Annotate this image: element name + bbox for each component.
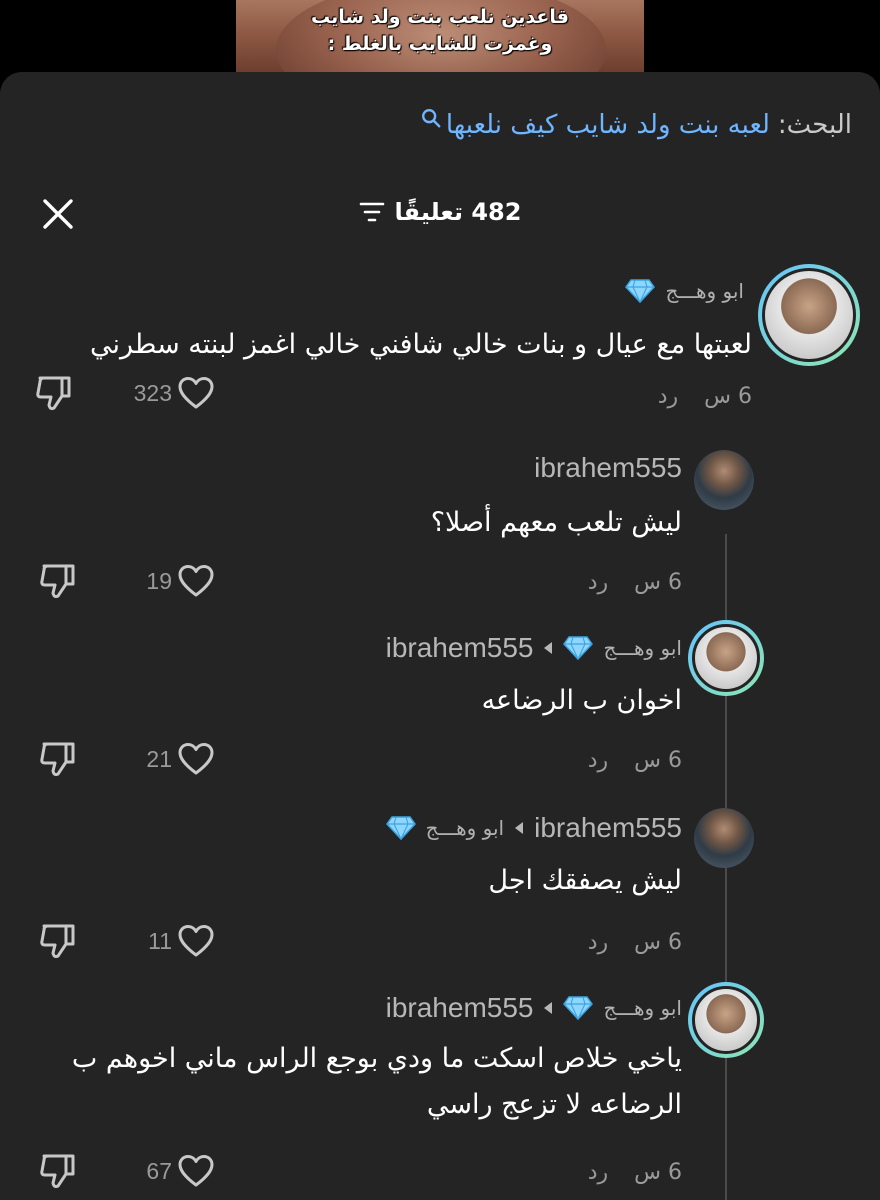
- reply-button[interactable]: رد: [588, 570, 608, 595]
- search-suggestion[interactable]: البحث: لعبه بنت ولد شايب كيف نلعبها: [420, 109, 852, 140]
- comment-meta-bottom: 6 س رد: [588, 1160, 682, 1185]
- comment-author-line: ibrahem555 ابو وهـــج: [385, 812, 682, 844]
- reply-item: ibrahem555 ابو وهـــج ليش يصفقك اجل 6 س …: [0, 802, 880, 972]
- comment-meta: 6 س رد: [588, 570, 682, 595]
- comment-count-sort[interactable]: 482 تعليقًا: [0, 198, 880, 226]
- reply-to-user[interactable]: ibrahem555: [386, 992, 534, 1024]
- comment-actions: 323: [34, 374, 214, 412]
- reply-button[interactable]: رد: [588, 1160, 608, 1185]
- comment-item: ابو وهـــج لعبتها مع عيال و بنات خالي شا…: [0, 260, 880, 430]
- reply-arrow-icon: [515, 822, 524, 834]
- heart-icon[interactable]: [178, 376, 214, 410]
- reply-to-user[interactable]: ibrahem555: [386, 632, 534, 664]
- sort-filter-icon: [359, 202, 384, 222]
- diamond-icon: [563, 636, 594, 661]
- comment-author-line: ابو وهـــج: [625, 278, 744, 304]
- comment-text: اخوان ب الرضاعه: [481, 685, 682, 716]
- reply-arrow-icon: [544, 1002, 553, 1014]
- avatar[interactable]: [694, 808, 754, 868]
- like-count: 67: [146, 1157, 172, 1184]
- dislike-icon[interactable]: [38, 1152, 78, 1190]
- comment-meta: 6 س رد: [658, 384, 752, 409]
- search-query-link[interactable]: لعبه بنت ولد شايب كيف نلعبها: [446, 110, 770, 140]
- avatar[interactable]: [694, 450, 754, 510]
- diamond-icon: [385, 816, 416, 841]
- search-prefix: البحث:: [777, 110, 852, 140]
- diamond-icon: [563, 996, 594, 1021]
- comment-author[interactable]: ابو وهـــج: [603, 636, 682, 660]
- comment-time: 6 س: [634, 1160, 682, 1185]
- heart-icon[interactable]: [178, 924, 214, 958]
- reply-button[interactable]: رد: [658, 384, 678, 409]
- reply-item: ابو وهـــج ibrahem555 اخوان ب الرضاعه 6 …: [0, 620, 880, 790]
- heart-icon[interactable]: [178, 742, 214, 776]
- comment-meta: 6 س رد: [588, 930, 682, 955]
- comment-author[interactable]: ibrahem555: [534, 812, 682, 844]
- reply-button[interactable]: رد: [588, 930, 608, 955]
- avatar[interactable]: [688, 982, 764, 1058]
- comment-count: 482 تعليقًا: [394, 198, 522, 226]
- comment-text: لعبتها مع عيال و بنات خالي شافني خالي اغ…: [90, 329, 752, 360]
- avatar[interactable]: [688, 620, 764, 696]
- comment-text-line-2: الرضاعه لا تزعج راسي: [426, 1089, 682, 1120]
- dislike-icon[interactable]: [38, 922, 78, 960]
- comments-header: 482 تعليقًا: [0, 192, 880, 236]
- like-count: 21: [146, 745, 172, 772]
- diamond-icon: [625, 279, 656, 304]
- comment-author-line: ابو وهـــج ibrahem555: [386, 992, 682, 1024]
- comment-author[interactable]: ibrahem555: [534, 452, 682, 484]
- comment-actions: 21: [38, 740, 214, 778]
- dislike-icon[interactable]: [38, 740, 78, 778]
- comment-text: ياخي خلاص اسكت ما ودي بوجع الراس ماني اخ…: [42, 1036, 682, 1128]
- comment-time: 6 س: [634, 570, 682, 595]
- comment-author-line: ابو وهـــج ibrahem555: [386, 632, 682, 664]
- search-icon: [421, 109, 441, 128]
- comment-text: ليش يصفقك اجل: [488, 865, 682, 896]
- like-count: 11: [148, 927, 172, 954]
- video-thumbnail[interactable]: قاعدين نلعب بنت ولد شايب وغمزت للشايب با…: [236, 0, 644, 72]
- comments-sheet: البحث: لعبه بنت ولد شايب كيف نلعبها 482 …: [0, 72, 880, 1200]
- reply-arrow-icon: [544, 642, 553, 654]
- dislike-icon[interactable]: [34, 374, 74, 412]
- comment-author[interactable]: ابو وهـــج: [603, 996, 682, 1020]
- comment-meta: 6 س رد: [588, 748, 682, 773]
- reply-item: ibrahem555 ليش تلعب معهم أصلا؟ 6 س رد 19: [0, 442, 880, 612]
- video-caption: قاعدين نلعب بنت ولد شايب وغمزت للشايب با…: [236, 4, 644, 58]
- heart-icon[interactable]: [178, 564, 214, 598]
- like-count: 323: [133, 379, 172, 406]
- comment-author-line: ibrahem555: [534, 452, 682, 484]
- comment-time: 6 س: [634, 930, 682, 955]
- comment-time: 6 س: [634, 748, 682, 773]
- comment-text-line-1: ياخي خلاص اسكت ما ودي بوجع الراس ماني اخ…: [71, 1043, 682, 1074]
- reply-button[interactable]: رد: [588, 748, 608, 773]
- video-caption-line-2: وغمزت للشايب بالغلط :: [327, 33, 553, 55]
- comment-text: ليش تلعب معهم أصلا؟: [430, 507, 682, 538]
- video-caption-line-1: قاعدين نلعب بنت ولد شايب: [311, 6, 569, 28]
- like-count: 19: [146, 567, 172, 594]
- reply-to-user[interactable]: ابو وهـــج: [426, 816, 505, 840]
- avatar[interactable]: [758, 264, 860, 366]
- comment-author[interactable]: ابو وهـــج: [665, 279, 744, 303]
- comment-actions: 19: [38, 562, 214, 600]
- comment-actions: 11: [38, 922, 214, 960]
- dislike-icon[interactable]: [38, 562, 78, 600]
- comment-actions: 67: [38, 1152, 214, 1190]
- comment-time: 6 س: [704, 384, 752, 409]
- heart-icon[interactable]: [178, 1154, 214, 1188]
